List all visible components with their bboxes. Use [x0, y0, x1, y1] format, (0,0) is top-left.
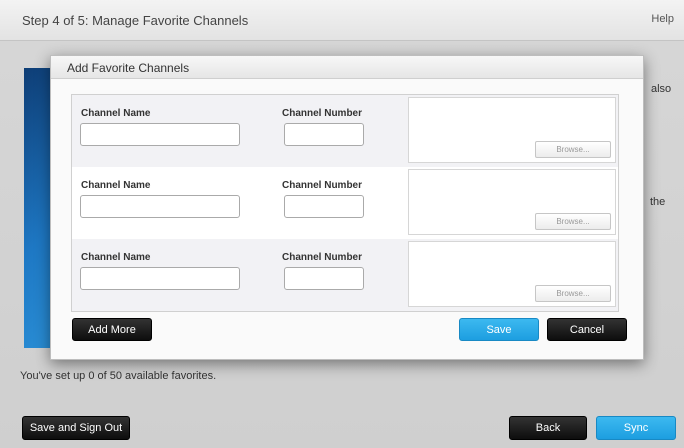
channel-number-label: Channel Number — [282, 180, 363, 191]
page-title: Step 4 of 5: Manage Favorite Channels — [22, 13, 249, 28]
channel-number-input[interactable] — [284, 267, 364, 290]
background-text-fragment: also — [651, 83, 672, 95]
save-button[interactable]: Save — [459, 318, 539, 341]
browse-button[interactable]: Browse... — [535, 141, 611, 158]
background-text-fragment: the — [650, 196, 666, 208]
back-button[interactable]: Back — [509, 416, 587, 440]
channel-name-input[interactable] — [80, 195, 240, 218]
add-favorite-channels-dialog: Add Favorite Channels Channel Name Chann… — [50, 55, 644, 360]
channel-row: Channel Name Channel Number Browse... — [72, 167, 618, 239]
add-more-button[interactable]: Add More — [72, 318, 152, 341]
help-link[interactable]: Help — [651, 13, 674, 25]
channel-name-label: Channel Name — [81, 252, 151, 263]
favorites-status-text: You've set up 0 of 50 available favorite… — [20, 370, 217, 382]
dialog-header: Add Favorite Channels — [51, 56, 643, 79]
channel-name-label: Channel Name — [81, 108, 151, 119]
channel-rows: Channel Name Channel Number Browse... Ch… — [71, 94, 619, 312]
save-and-sign-out-button[interactable]: Save and Sign Out — [22, 416, 130, 440]
channel-name-input[interactable] — [80, 267, 240, 290]
channel-logo-preview: Browse... — [408, 97, 616, 163]
channel-row: Channel Name Channel Number Browse... — [72, 95, 618, 167]
top-bar: Step 4 of 5: Manage Favorite Channels He… — [0, 0, 684, 41]
browse-button[interactable]: Browse... — [535, 285, 611, 302]
channel-name-label: Channel Name — [81, 180, 151, 191]
channel-number-input[interactable] — [284, 195, 364, 218]
cancel-button[interactable]: Cancel — [547, 318, 627, 341]
sync-button[interactable]: Sync — [596, 416, 676, 440]
channel-number-input[interactable] — [284, 123, 364, 146]
channel-logo-preview: Browse... — [408, 169, 616, 235]
browse-button[interactable]: Browse... — [535, 213, 611, 230]
dialog-title: Add Favorite Channels — [67, 61, 190, 75]
channel-number-label: Channel Number — [282, 252, 363, 263]
channel-logo-preview: Browse... — [408, 241, 616, 307]
channel-number-label: Channel Number — [282, 108, 363, 119]
channel-row: Channel Name Channel Number Browse... — [72, 239, 618, 311]
channel-name-input[interactable] — [80, 123, 240, 146]
